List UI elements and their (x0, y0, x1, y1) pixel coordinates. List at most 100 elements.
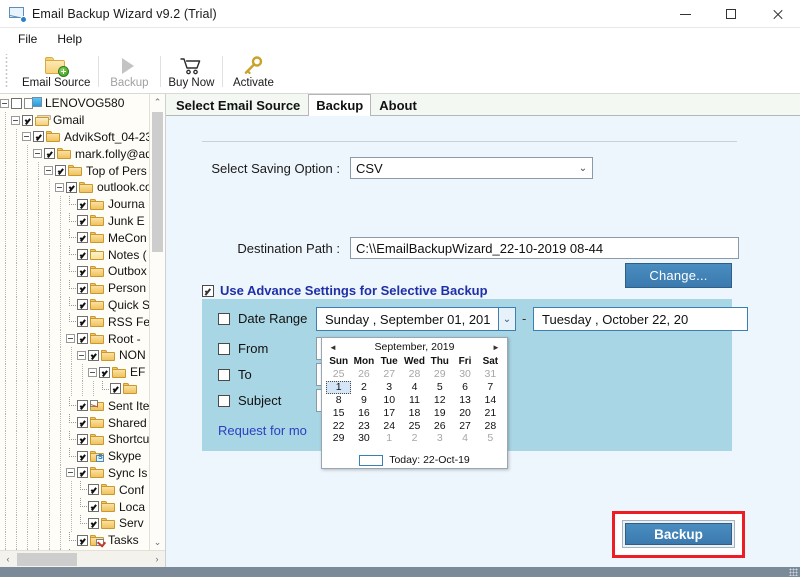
tree-scroll-down-button[interactable]: ⌄ (150, 534, 165, 550)
tree-item[interactable]: Notes ( (0, 246, 149, 263)
tree-item[interactable]: Root - (0, 330, 149, 347)
tree-item-checkbox[interactable] (77, 400, 88, 412)
calendar-day[interactable]: 26 (427, 419, 452, 432)
tree-item-checkbox[interactable] (77, 249, 88, 261)
calendar-day[interactable]: 3 (427, 432, 452, 445)
calendar-day[interactable]: 2 (351, 381, 376, 394)
tree-item-checkbox[interactable] (55, 165, 66, 177)
tree-item[interactable]: Gmail (0, 111, 149, 129)
tree-item[interactable]: Shortcu (0, 430, 149, 448)
tree-horizontal-scrollbar[interactable]: ‹ › (0, 550, 165, 567)
tree-item[interactable]: Journa (0, 195, 149, 213)
tree-vertical-scroll-thumb[interactable] (152, 112, 163, 252)
calendar-day[interactable]: 10 (377, 394, 402, 407)
calendar-day[interactable]: 29 (427, 368, 452, 381)
tree-expander-icon[interactable] (66, 334, 75, 344)
calendar-day[interactable]: 18 (402, 406, 427, 419)
calendar-day[interactable]: 12 (427, 394, 452, 407)
tree-item[interactable]: Sent Ite (0, 397, 149, 415)
saving-option-select[interactable]: CSV ⌄ (350, 157, 593, 179)
toolbar-grip[interactable] (3, 54, 12, 89)
calendar-day[interactable]: 8 (326, 394, 351, 407)
calendar-day[interactable]: 1 (326, 380, 352, 394)
tree-expander-icon[interactable] (55, 182, 64, 192)
tree-item-checkbox[interactable] (88, 349, 99, 361)
tree-item[interactable]: Tasks (0, 531, 149, 549)
calendar-day[interactable]: 23 (351, 419, 376, 432)
tree-item[interactable]: outlook.co (0, 178, 149, 196)
calendar-day[interactable]: 5 (478, 432, 503, 445)
tree-item-checkbox[interactable] (11, 97, 22, 109)
tree-expander-icon[interactable] (44, 166, 53, 176)
resize-grip-icon[interactable] (789, 568, 798, 576)
calendar-day[interactable]: 9 (351, 394, 376, 407)
tree-item[interactable]: Top of Pers (0, 162, 149, 179)
backup-button[interactable]: Backup (622, 520, 735, 548)
toolbar-backup-button[interactable]: Backup (98, 50, 160, 93)
close-button[interactable] (754, 0, 800, 28)
calendar-day[interactable]: 26 (351, 368, 376, 381)
tree-expander-icon[interactable] (11, 115, 20, 125)
tree-item[interactable]: mark.folly@ad (0, 145, 149, 163)
tree-scroll-up-button[interactable]: ⌃ (150, 94, 165, 110)
tree-item[interactable]: RSS Fe (0, 313, 149, 331)
tree-scroll-left-button[interactable]: ‹ (0, 554, 16, 564)
tree-item-checkbox[interactable] (88, 484, 99, 496)
tree-item-checkbox[interactable] (77, 316, 88, 328)
change-path-button[interactable]: Change... (625, 263, 732, 288)
tree-item-checkbox[interactable] (88, 517, 99, 529)
toolbar-email-source-button[interactable]: Email Source (14, 50, 98, 93)
tree-item[interactable]: NON (0, 346, 149, 364)
calendar-day[interactable]: 7 (478, 381, 503, 394)
destination-path-input[interactable]: C:\\EmailBackupWizard_22-10-2019 08-44 (350, 237, 739, 259)
calendar-day[interactable]: 14 (478, 394, 503, 407)
tree-expander-icon[interactable] (77, 350, 86, 360)
calendar-day[interactable]: 4 (452, 432, 477, 445)
tree-expander-icon[interactable] (22, 132, 31, 142)
tree-scroll-right-button[interactable]: › (149, 554, 165, 564)
tree-item-checkbox[interactable] (77, 467, 88, 479)
date-range-checkbox[interactable] (218, 312, 230, 325)
tree-item-checkbox[interactable] (77, 198, 88, 210)
tree-item[interactable]: EF (0, 363, 149, 381)
tree-expander-icon[interactable] (0, 98, 9, 108)
calendar-day[interactable]: 6 (452, 381, 477, 394)
calendar-day[interactable]: 13 (452, 394, 477, 407)
calendar-day[interactable]: 3 (377, 381, 402, 394)
tree-item-checkbox[interactable] (77, 417, 88, 429)
calendar-day[interactable]: 28 (402, 368, 427, 381)
tree-item[interactable]: Conf (0, 481, 149, 499)
tree-item[interactable]: Junk E (0, 212, 149, 230)
calendar-day[interactable]: 25 (326, 368, 351, 381)
subject-checkbox[interactable] (218, 394, 230, 407)
calendar-day[interactable]: 2 (402, 432, 427, 445)
tree-vertical-scrollbar[interactable]: ⌃ ⌄ (149, 94, 165, 550)
tree-item-checkbox[interactable] (22, 114, 33, 126)
calendar-day[interactable]: 1 (377, 432, 402, 445)
tree-item[interactable]: Shared (0, 414, 149, 431)
calendar-day[interactable]: 30 (452, 368, 477, 381)
calendar-prev-month-icon[interactable]: ◄ (328, 343, 338, 352)
calendar-day[interactable]: 25 (402, 419, 427, 432)
tree-item-checkbox[interactable] (77, 299, 88, 311)
calendar-day[interactable]: 29 (326, 432, 351, 445)
toolbar-activate-button[interactable]: Activate (222, 50, 284, 93)
to-checkbox[interactable] (218, 368, 230, 381)
use-advance-settings-checkbox[interactable]: Use Advance Settings for Selective Backu… (202, 283, 488, 298)
calendar-day[interactable]: 27 (452, 419, 477, 432)
calendar-day[interactable]: 16 (351, 406, 376, 419)
date-from-chevron-down-icon[interactable]: ⌄ (498, 308, 515, 330)
calendar-day[interactable]: 5 (427, 381, 452, 394)
tree-item-checkbox[interactable] (88, 501, 99, 513)
date-from-picker[interactable]: Sunday , September 01, 201 ⌄ (316, 307, 516, 331)
calendar-day[interactable]: 28 (478, 419, 503, 432)
tree-item-checkbox[interactable] (77, 433, 88, 445)
calendar-day[interactable]: 17 (377, 406, 402, 419)
tab-backup[interactable]: Backup (308, 94, 372, 116)
tree-item-checkbox[interactable] (77, 534, 88, 546)
tree-item[interactable]: Serv (0, 514, 149, 532)
chevron-down-icon[interactable]: ⌄ (574, 158, 592, 178)
tree-item[interactable]: MeCon (0, 229, 149, 247)
tree-item[interactable]: Quick S (0, 296, 149, 314)
tree-expander-icon[interactable] (66, 468, 75, 478)
